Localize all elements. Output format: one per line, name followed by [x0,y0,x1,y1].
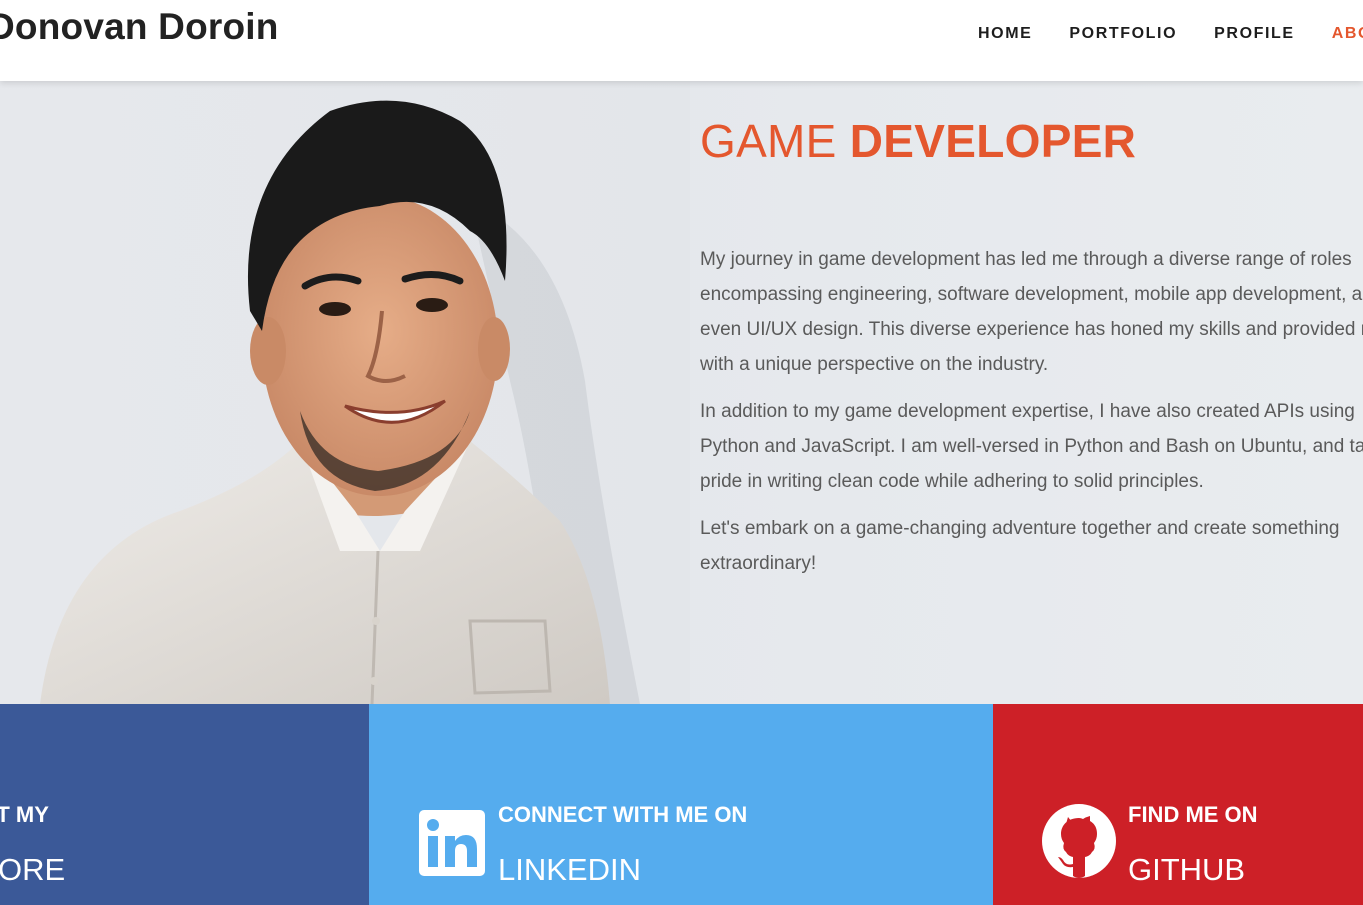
bio-paragraph-2: In addition to my game development exper… [700,401,1363,492]
store-band-small: CHECK OUT MY [0,802,49,827]
hero-title-light: GAME [700,115,837,167]
store-band[interactable]: CHECK OUT MY STORE [0,704,369,905]
portrait-photo [0,81,690,704]
linkedin-band-small: CONNECT WITH ME ON [498,802,748,827]
github-icon [1042,804,1116,878]
hero-title: GAME DEVELOPER [700,114,1363,168]
nav-profile[interactable]: PROFILE [1214,25,1295,43]
hero-section: GAME DEVELOPER My journey in game develo… [0,81,1363,704]
nav-about[interactable]: ABOUT [1332,25,1363,43]
linkedin-band[interactable]: CONNECT WITH ME ON LINKEDIN [369,704,993,905]
github-band[interactable]: FIND ME ON GITHUB [993,704,1363,905]
nav-portfolio[interactable]: PORTFOLIO [1069,25,1177,43]
hero-title-bold: DEVELOPER [849,115,1137,167]
site-brand[interactable]: Donovan Doroin [0,6,279,48]
store-band-big: STORE [0,852,66,887]
github-band-small: FIND ME ON [1128,802,1258,827]
site-header: Donovan Doroin HOME PORTFOLIO PROFILE AB… [0,0,1363,81]
linkedin-band-big: LINKEDIN [498,852,641,887]
main-nav: HOME PORTFOLIO PROFILE ABOUT [978,25,1363,43]
nav-home[interactable]: HOME [978,25,1032,43]
github-band-big: GITHUB [1128,852,1246,887]
linkedin-icon [419,810,485,876]
bio-paragraph-1: My journey in game development has led m… [700,249,1363,375]
hero-text-block: GAME DEVELOPER My journey in game develo… [700,114,1363,593]
bio-paragraph-3: Let's embark on a game-changing adventur… [700,518,1340,574]
